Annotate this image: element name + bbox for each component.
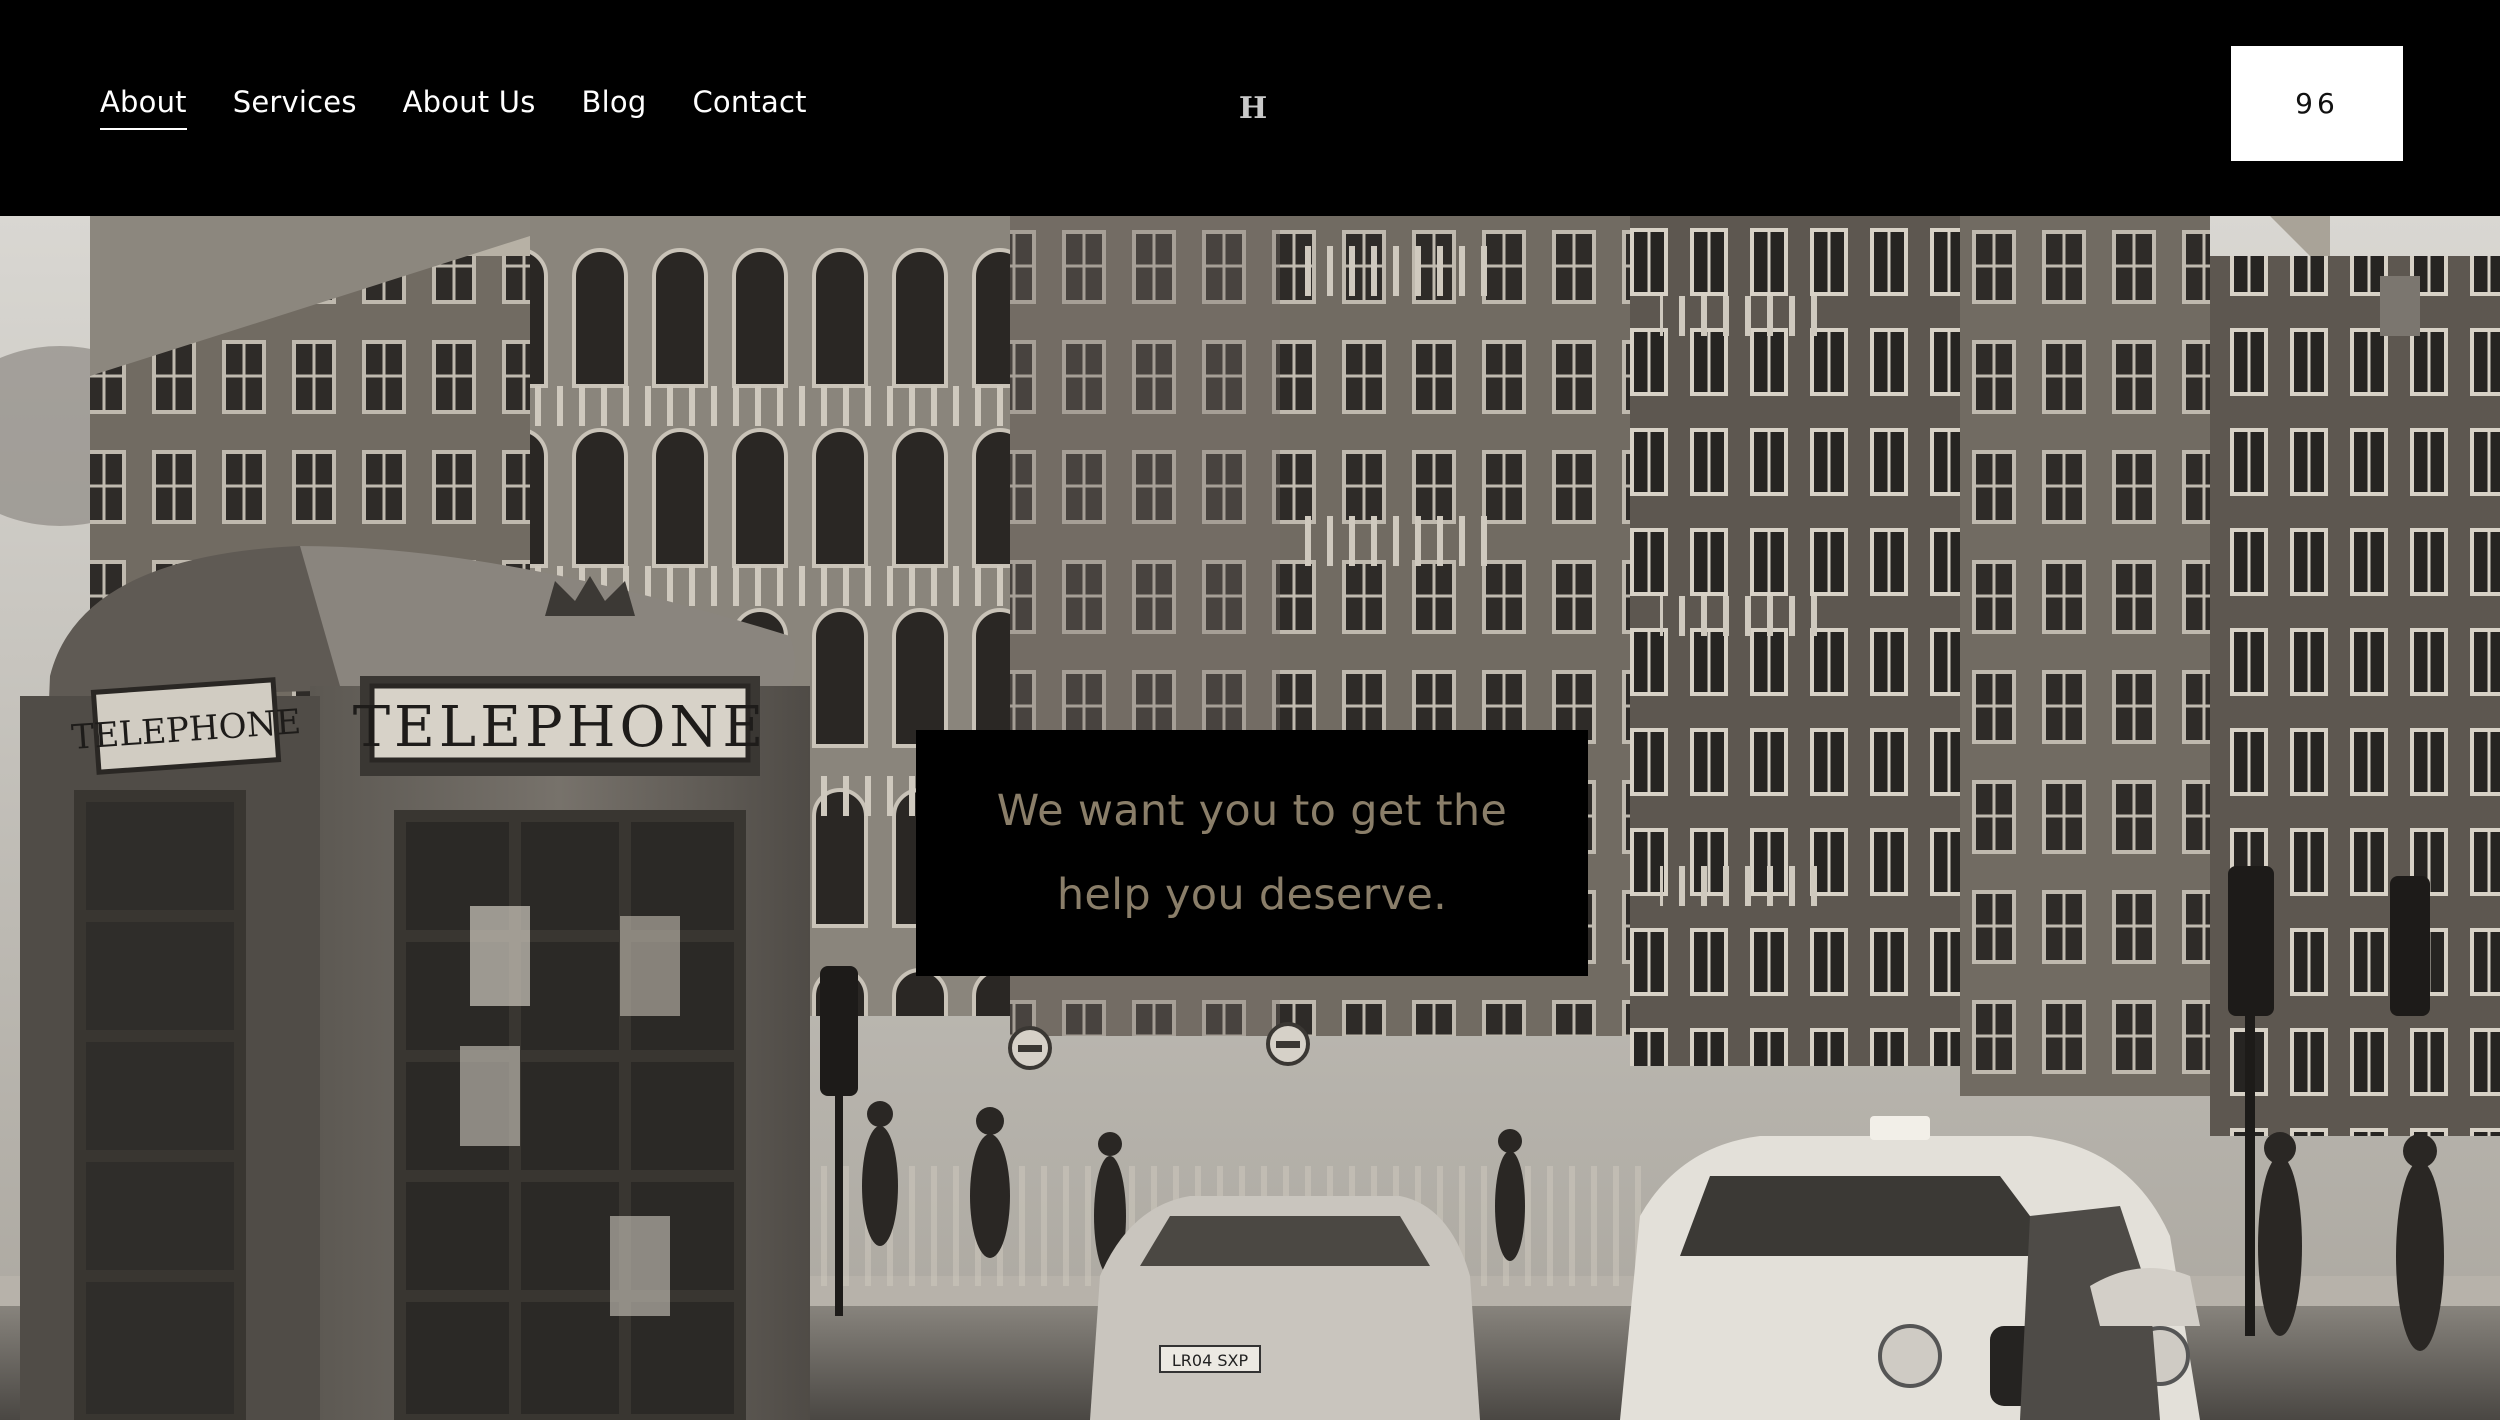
telephone-sign-text: TELEPHONE	[353, 695, 768, 760]
hero-tagline: We want you to get the help you deserve.	[996, 786, 1508, 920]
nav-about[interactable]: About	[100, 80, 187, 130]
site-logo[interactable]: H	[1238, 90, 1268, 126]
taxi-plate-text: LR04 SXP	[1172, 1351, 1249, 1370]
logo-text: H	[1238, 90, 1268, 126]
main-nav: About Services About Us Blog Contact	[100, 80, 807, 130]
hero-section: LR04 SXP TELEPHONE TELEPHONE We want you…	[0, 216, 2500, 1420]
cart-button[interactable]: 96	[2231, 46, 2403, 161]
site-header: About Services About Us Blog Contact H 9…	[0, 0, 2500, 216]
nav-blog[interactable]: Blog	[582, 80, 647, 130]
nav-about-us[interactable]: About Us	[403, 80, 536, 130]
tagline-box: We want you to get the help you deserve.	[916, 730, 1588, 976]
nav-contact[interactable]: Contact	[692, 80, 806, 130]
car: LR04 SXP	[1090, 1196, 1480, 1420]
nav-services[interactable]: Services	[233, 80, 357, 130]
